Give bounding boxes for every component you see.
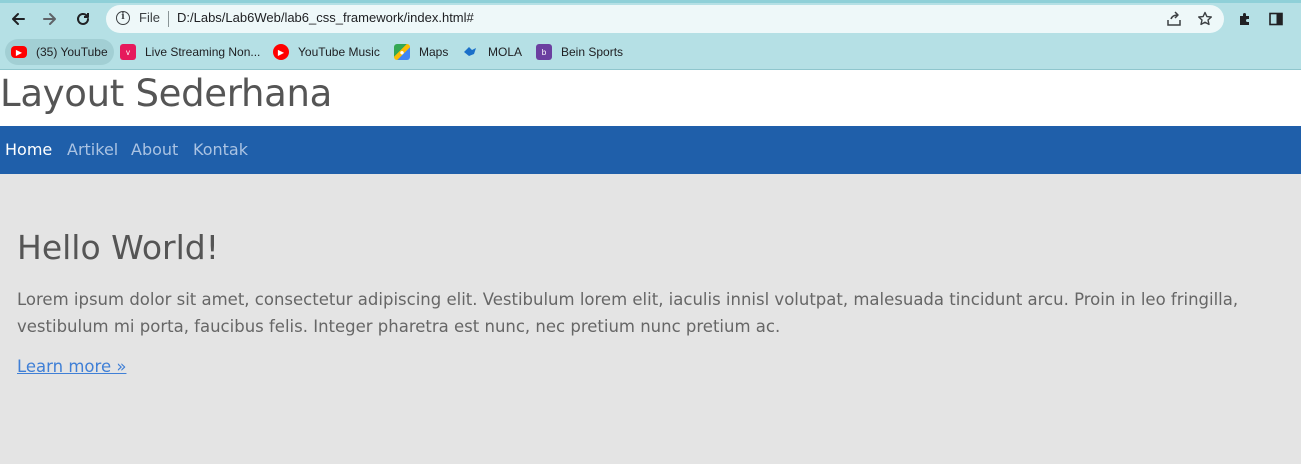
bookmark-bein-sports[interactable]: b Bein Sports (530, 39, 629, 65)
browser-toolbar: i File D:/Labs/Lab6Web/lab6_css_framewor… (0, 0, 1301, 37)
address-bar[interactable]: i File D:/Labs/Lab6Web/lab6_css_framewor… (106, 5, 1224, 33)
star-icon[interactable] (1195, 9, 1215, 29)
bookmark-label: Maps (419, 45, 449, 59)
nav-link-about[interactable]: About (131, 140, 178, 159)
share-icon[interactable] (1164, 9, 1184, 29)
bookmark-label: (35) YouTube (36, 45, 108, 59)
bein-sports-icon: b (536, 44, 552, 60)
nav-link-kontak[interactable]: Kontak (193, 140, 248, 159)
maps-icon: ● (394, 44, 410, 60)
nav-link-home[interactable]: Home (5, 140, 52, 159)
mola-icon (463, 44, 479, 60)
vidio-icon: v (120, 44, 136, 60)
page-content: Layout Sederhana Home Artikel About Kont… (0, 70, 1301, 464)
nav-link-artikel[interactable]: Artikel (67, 140, 118, 159)
tab-strip-edge (0, 0, 1301, 3)
bookmark-maps[interactable]: ● Maps (388, 39, 454, 65)
url-text[interactable]: D:/Labs/Lab6Web/lab6_css_framework/index… (177, 10, 474, 25)
reload-button[interactable] (72, 8, 94, 30)
bookmark-label: MOLA (488, 45, 523, 59)
bookmark-youtube[interactable]: ▶ (35) YouTube (5, 39, 114, 65)
youtube-icon: ▶ (11, 46, 27, 58)
extensions-icon[interactable] (1234, 8, 1256, 30)
bookmark-live-streaming[interactable]: v Live Streaming Non... (114, 39, 266, 65)
bookmark-label: Live Streaming Non... (145, 45, 261, 59)
bookmarks-bar: ▶ (35) YouTube v Live Streaming Non... ▶… (0, 37, 1301, 70)
youtube-music-icon: ▶ (273, 44, 289, 60)
arrow-right-icon (43, 13, 56, 25)
side-panel-icon[interactable] (1265, 8, 1287, 30)
scheme-label: File (139, 10, 160, 25)
site-header: Layout Sederhana (0, 70, 1301, 126)
site-navbar: Home Artikel About Kontak (0, 126, 1301, 174)
info-icon[interactable]: i (116, 11, 130, 25)
omnibox-divider (168, 11, 169, 27)
back-button[interactable] (7, 8, 29, 30)
bookmark-label: Bein Sports (561, 45, 624, 59)
bookmark-label: YouTube Music (298, 45, 380, 59)
learn-more-link[interactable]: Learn more » (17, 357, 126, 376)
hero-title: Hello World! (17, 228, 219, 267)
hero-paragraph: Lorem ipsum dolor sit amet, consectetur … (17, 290, 1239, 336)
arrow-left-icon (12, 13, 25, 25)
bookmark-mola[interactable]: MOLA (457, 39, 528, 65)
forward-button[interactable] (39, 8, 61, 30)
reload-icon (77, 12, 89, 25)
bookmark-youtube-music[interactable]: ▶ YouTube Music (267, 39, 386, 65)
site-title: Layout Sederhana (0, 72, 333, 115)
